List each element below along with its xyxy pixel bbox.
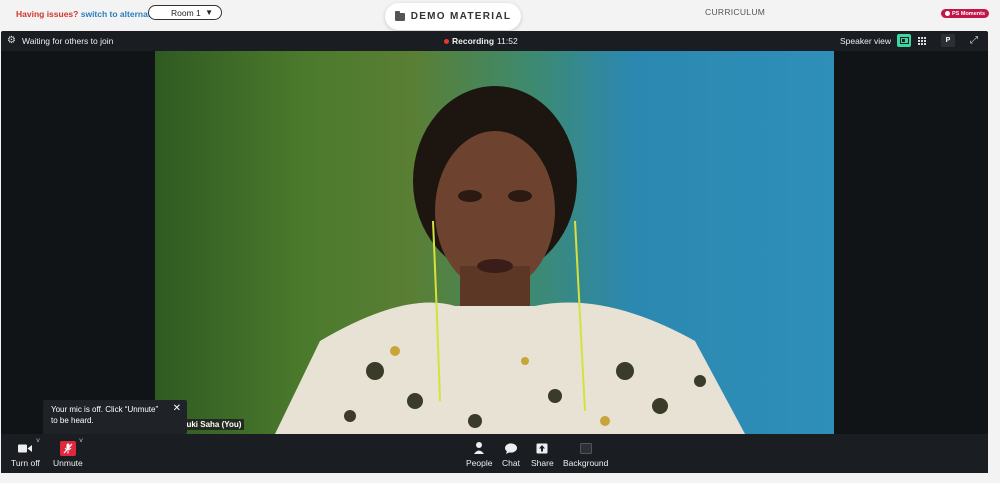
recording-label: Recording [452, 36, 495, 46]
speaker-view-button[interactable] [897, 34, 911, 47]
unmute-button[interactable]: Unmute [53, 440, 83, 468]
gallery-view-button[interactable] [915, 34, 929, 47]
share-label: Share [531, 458, 554, 468]
turn-off-label: Turn off [11, 458, 40, 468]
meeting-toolbar: Turn off ˅ Unmute ˅ People Chat Share Ba… [1, 434, 988, 473]
participant-name-tag: yuki Saha (You) [179, 419, 245, 430]
demo-material-button[interactable]: DEMO MATERIAL [385, 3, 521, 30]
room-select-value: Room 1 [171, 7, 201, 18]
recording-dot-icon [444, 38, 449, 44]
tooltip-line-2: to be heard. [51, 416, 94, 425]
unmute-label: Unmute [53, 458, 83, 468]
video-options-chevron-icon[interactable]: ˅ [36, 438, 40, 445]
meeting-status: Waiting for others to join [22, 36, 114, 46]
grid-icon [917, 36, 926, 45]
share-button[interactable]: Share [531, 441, 554, 468]
turn-off-video-button[interactable]: Turn off [11, 441, 40, 468]
share-icon [536, 441, 548, 455]
recording-time: 11:52 [497, 36, 518, 46]
close-icon[interactable]: ✕ [173, 403, 181, 414]
moments-badge[interactable]: PS Moments [941, 9, 990, 18]
chevron-down-icon: ▼ [205, 8, 213, 17]
gear-icon[interactable]: ⚙ [7, 36, 16, 46]
tooltip-line-1: Your mic is off. Click “Unmute” [51, 405, 159, 414]
moments-label: PS Moments [952, 10, 986, 17]
background-label: Background [563, 458, 609, 468]
chat-button[interactable]: Chat [502, 441, 520, 468]
video-camera-icon [18, 441, 33, 455]
background-icon [579, 441, 592, 455]
mic-off-tooltip: Your mic is off. Click “Unmute” to be he… [43, 400, 187, 434]
demo-material-label: DEMO MATERIAL [410, 11, 512, 22]
curriculum-link[interactable]: CURRICULUM [705, 7, 765, 17]
video-stage [1, 51, 988, 434]
people-icon [474, 441, 485, 455]
participant-figure [275, 86, 745, 434]
meeting-window: ⚙ Waiting for others to join Recording 1… [1, 31, 988, 473]
chat-label: Chat [502, 458, 520, 468]
top-bar: Having issues? switch to alternate room … [0, 0, 1000, 30]
folder-icon [394, 10, 405, 21]
muted-mic-icon [59, 440, 76, 456]
speaker-view-icon [899, 37, 909, 44]
meeting-header: ⚙ Waiting for others to join Recording 1… [1, 31, 988, 51]
room-select[interactable]: Room 1 ▼ [148, 5, 222, 20]
p-button[interactable]: P [941, 34, 955, 47]
people-button[interactable]: People [466, 441, 492, 468]
chat-icon [504, 441, 517, 455]
issues-prefix: Having issues? [16, 9, 79, 19]
moments-icon [945, 11, 950, 16]
bottom-strip [0, 474, 1000, 483]
fullscreen-icon[interactable]: ⤢ [967, 34, 981, 47]
people-label: People [466, 458, 493, 468]
audio-options-chevron-icon[interactable]: ˅ [79, 438, 83, 445]
view-label: Speaker view [840, 36, 892, 46]
recording-indicator: Recording 11:52 [444, 36, 518, 46]
participant-video [155, 51, 834, 434]
background-button[interactable]: Background [563, 441, 608, 468]
